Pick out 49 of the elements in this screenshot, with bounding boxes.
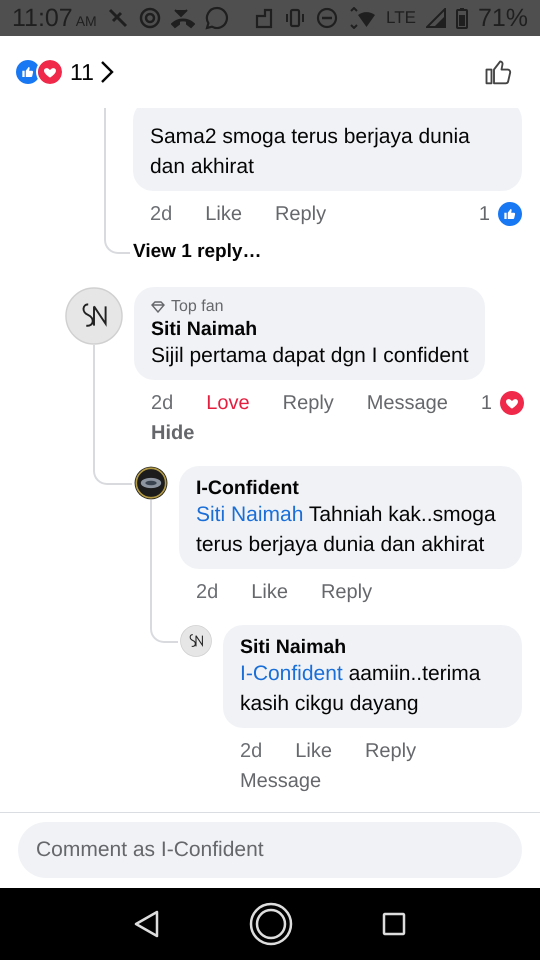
- comment-time: 2d: [196, 580, 218, 605]
- mention-link[interactable]: Siti Naimah: [196, 503, 304, 526]
- comment-text: Sama2 smoga terus berjaya dunia dan akhirat: [150, 124, 471, 180]
- avatar[interactable]: [65, 287, 123, 345]
- missed-call-icon: [170, 7, 195, 29]
- reaction-count[interactable]: 1: [480, 392, 492, 414]
- back-icon[interactable]: [134, 910, 160, 938]
- comment-time: 2d: [150, 202, 172, 227]
- comment-action[interactable]: Love: [206, 388, 250, 418]
- do-not-disturb-icon: [316, 7, 338, 29]
- comment-text: Siti Naimah Tahniah kak..smoga terus berjaya dunia dan akhirat: [196, 502, 497, 558]
- comment-author[interactable]: Siti Naimah: [240, 635, 346, 659]
- comment-field[interactable]: Comment as I-Confident: [18, 822, 522, 878]
- mention-link[interactable]: I-Confident: [240, 662, 343, 685]
- comment-action[interactable]: Like: [251, 577, 288, 607]
- comment-time: 2d: [240, 739, 262, 764]
- comment-action[interactable]: Like: [205, 199, 242, 229]
- chat-icon: [204, 6, 229, 30]
- like-reaction-icon: [16, 60, 40, 84]
- comment-action[interactable]: Reply: [282, 388, 334, 418]
- comment-action[interactable]: Hide: [151, 418, 194, 448]
- comment-action[interactable]: Message: [366, 388, 448, 418]
- comment-action[interactable]: Reply: [364, 736, 416, 766]
- reaction-count[interactable]: 1: [478, 202, 490, 226]
- comment-action[interactable]: Reply: [320, 577, 372, 607]
- comment-action[interactable]: Reply: [274, 199, 326, 229]
- comment-time: 2d: [151, 391, 174, 416]
- view-replies-link[interactable]: View 1 reply…: [133, 237, 262, 267]
- chevron-right-icon: [100, 60, 114, 84]
- comment-author[interactable]: Siti Naimah: [151, 317, 258, 341]
- reaction-summary[interactable]: 11: [16, 58, 114, 86]
- comment-action[interactable]: Like: [295, 736, 332, 766]
- comment-text: Sijil pertama dapat dgn I confident: [151, 343, 469, 369]
- like-reaction-icon: [498, 202, 522, 226]
- wifi-icon: [348, 7, 376, 29]
- diamond-icon: [151, 301, 165, 313]
- home-icon[interactable]: [248, 902, 293, 946]
- comment-author[interactable]: I-Confident: [196, 476, 299, 500]
- top-fan-label: Top fan: [171, 297, 224, 317]
- comment-text: I-Confident aamiin..terima kasih cikgu dayang: [240, 661, 482, 717]
- vibrate-icon: [284, 7, 306, 29]
- avatar[interactable]: [180, 625, 212, 657]
- recent-apps-icon[interactable]: [382, 912, 406, 936]
- love-reaction-icon: [500, 391, 524, 415]
- comment-action[interactable]: Message: [240, 766, 322, 796]
- avatar[interactable]: [134, 466, 168, 500]
- love-reaction-icon: [38, 60, 62, 84]
- battery-icon: [456, 7, 468, 29]
- signal-icon: [426, 8, 446, 28]
